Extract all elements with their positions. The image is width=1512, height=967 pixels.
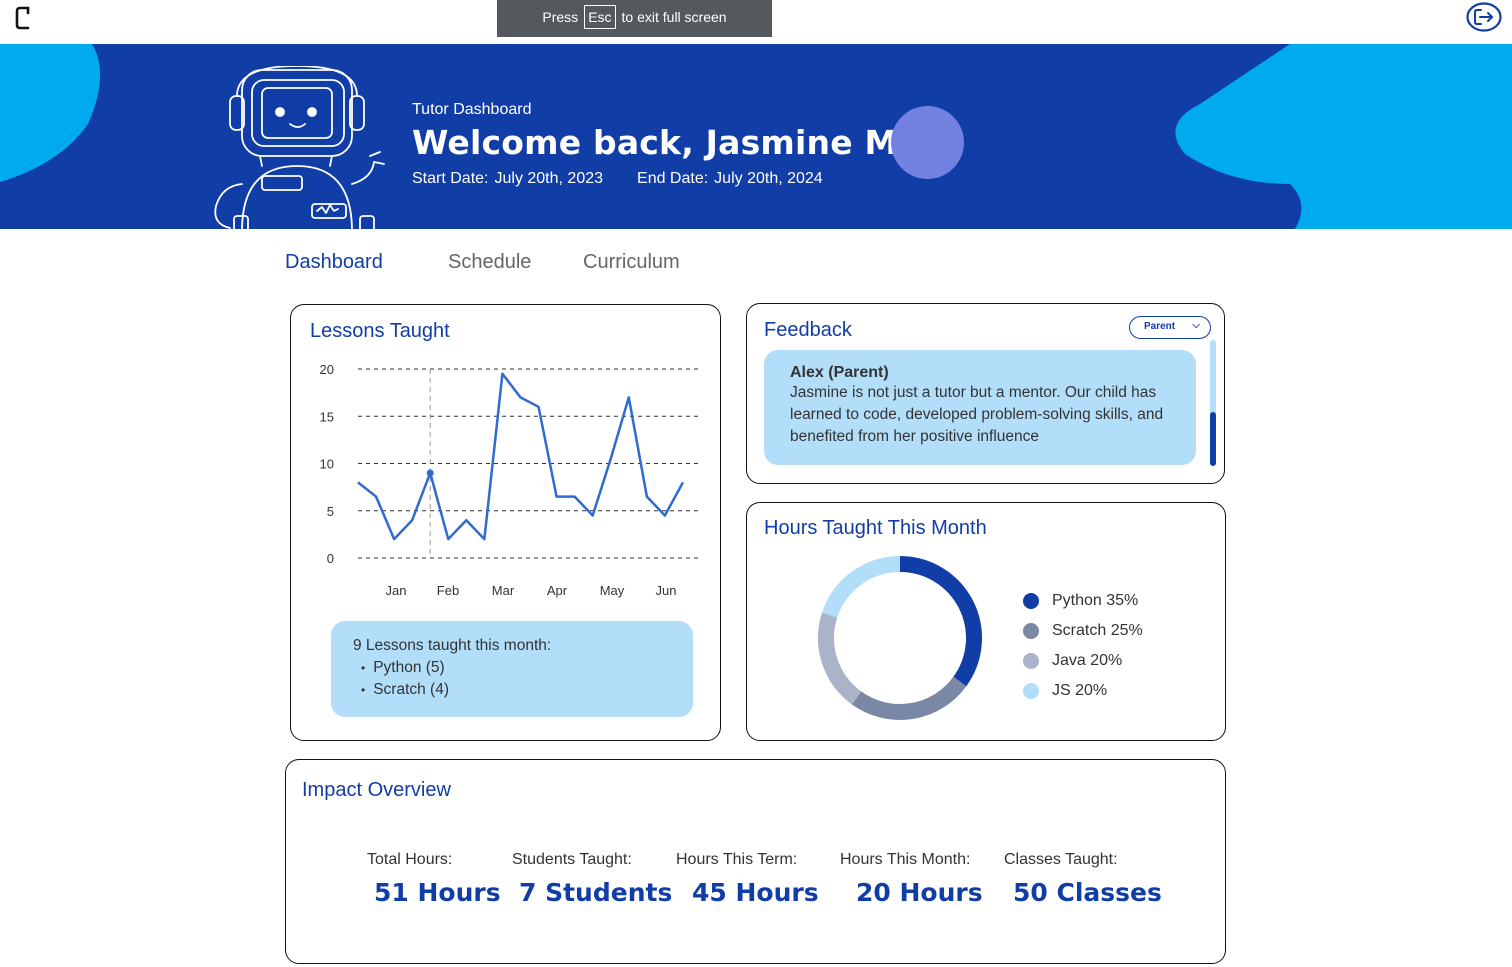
robot-mascot-icon [214,66,385,229]
donut-slice[interactable] [851,676,967,720]
legend-item: Python 35% [1023,586,1143,616]
feedback-scrollbar-thumb[interactable] [1210,412,1216,466]
hours-taught-card: Hours Taught This Month Python 35% Scrat… [746,502,1226,741]
stat-value: 7 Students [519,878,673,907]
stat-value: 45 Hours [692,878,819,907]
hours-taught-title: Hours Taught This Month [764,517,987,539]
end-date-label: End Date: [637,170,709,187]
fullscreen-notice: Press Esc to exit full screen [497,0,772,37]
x-tick-label: Mar [492,583,515,598]
stat-label: Total Hours: [367,851,453,868]
series-line[interactable] [357,372,685,541]
legend-label: Scratch 25% [1052,622,1143,639]
donut-slice[interactable] [822,556,901,618]
stat-hours-month: Hours This Month: 20 Hours [840,851,983,907]
legend-label: Python 35% [1052,592,1139,609]
feedback-author: Alex (Parent) [790,364,889,381]
lessons-summary: 9 Lessons taught this month: Python (5) … [331,621,693,717]
y-tick-label: 5 [327,504,334,519]
tab-dashboard[interactable]: Dashboard [285,251,383,274]
stat-students-taught: Students Taught: 7 Students [512,851,672,907]
welcome-heading: Welcome back, Jasmine May [412,123,941,162]
avatar[interactable] [891,106,964,179]
stat-label: Classes Taught: [1004,851,1118,868]
y-tick-label: 0 [327,551,334,566]
stat-hours-term: Hours This Term: 45 Hours [676,851,819,907]
x-tick-label: Feb [437,583,459,598]
feedback-filter-select[interactable]: Parent ⌵ [1129,316,1211,339]
lessons-summary-item: Python (5) [361,657,671,679]
stat-label: Students Taught: [512,851,632,868]
legend-label: JS 20% [1052,682,1108,699]
legend-item: Java 20% [1023,646,1143,676]
app-logo-icon[interactable] [14,5,34,31]
lessons-summary-heading: 9 Lessons taught this month: [353,637,552,654]
start-date-value: July 20th, 2023 [494,170,604,187]
feedback-text: Jasmine is not just a tutor but a mentor… [790,384,1164,445]
y-tick-label: 20 [320,362,334,377]
hours-donut-chart [818,556,982,720]
logout-icon[interactable] [1466,2,1502,32]
legend-item: JS 20% [1023,676,1143,706]
feedback-message: Alex (Parent) Jasmine is not just a tuto… [764,350,1196,465]
stat-classes-taught: Classes Taught: 50 Classes [1004,851,1162,907]
tab-curriculum[interactable]: Curriculum [583,251,680,274]
welcome-banner: Tutor Dashboard Welcome back, Jasmine Ma… [0,44,1512,229]
x-tick-label: Jun [656,583,677,598]
stat-value: 51 Hours [374,878,501,907]
end-date-value: July 20th, 2024 [714,170,823,187]
lessons-line-chart: 0 5 10 15 20 Jan Feb Mar Apr May Jun [320,362,701,598]
x-tick-label: Apr [547,583,568,598]
start-date-label: Start Date: [412,170,489,187]
x-tick-label: Jan [386,583,407,598]
stat-total-hours: Total Hours: 51 Hours [367,851,501,907]
donut-slice[interactable] [899,556,982,687]
stat-label: Hours This Term: [676,851,798,868]
x-tick-label: May [600,583,625,598]
y-tick-label: 15 [320,409,334,424]
term-dates: Start Date: July 20th, 2023 End Date: Ju… [412,170,823,188]
donut-slice[interactable] [818,612,862,705]
impact-overview-title: Impact Overview [302,779,451,801]
lessons-taught-card: Lessons Taught 0 5 10 15 20 Jan Feb Mar Apr May Ju… [290,304,721,741]
stat-value: 20 Hours [856,878,983,907]
stat-label: Hours This Month: [840,851,971,868]
legend-label: Java 20% [1052,652,1123,669]
fullscreen-message: to exit full screen [621,8,727,25]
impact-overview-card: Impact Overview Total Hours: 51 Hours St… [285,759,1226,964]
tab-schedule[interactable]: Schedule [448,251,531,274]
lessons-summary-item: Scratch (4) [361,679,671,701]
hours-legend: Python 35% Scratch 25% Java 20% JS 20% [1023,586,1143,706]
chevron-down-icon: ⌵ [1192,320,1200,331]
highlighted-data-point[interactable] [426,469,434,477]
fullscreen-press-text: Press [542,8,579,25]
y-tick-label: 10 [320,457,334,472]
feedback-title: Feedback [764,319,852,341]
dashboard-subtitle: Tutor Dashboard [412,101,532,118]
feedback-filter-value: Parent [1144,321,1176,332]
esc-key-badge: Esc [584,4,616,29]
legend-item: Scratch 25% [1023,616,1143,646]
stat-value: 50 Classes [1013,878,1162,907]
top-bar: Press Esc to exit full screen [0,0,1512,44]
feedback-card: Feedback Parent ⌵ Alex (Parent) Jasmine … [746,303,1225,484]
